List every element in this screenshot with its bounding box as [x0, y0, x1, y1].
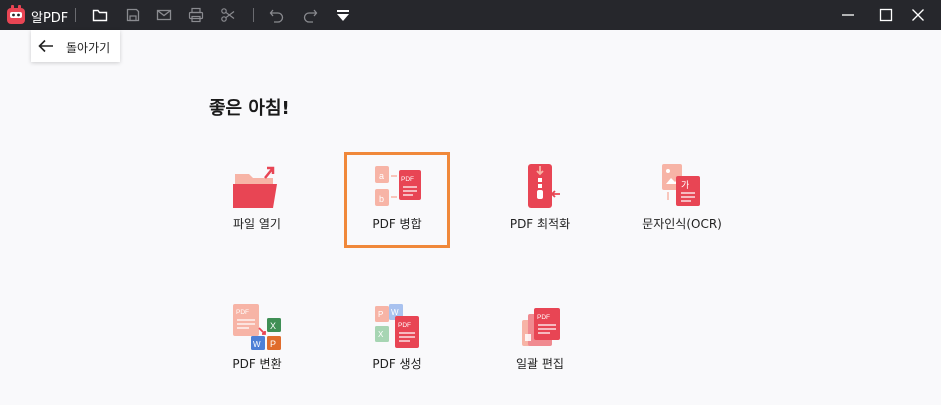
- mail-icon[interactable]: [156, 7, 172, 23]
- svg-text:PDF: PDF: [398, 322, 411, 329]
- create-pdf-tile[interactable]: P W X PDF PDF 생성: [344, 292, 450, 388]
- svg-text:P: P: [270, 339, 276, 349]
- merge-icon: a b PDF: [375, 166, 421, 206]
- create-icon: P W X PDF: [375, 304, 419, 348]
- merge-pdf-tile[interactable]: a b PDF PDF 병합: [344, 152, 450, 248]
- svg-text:X: X: [270, 321, 276, 331]
- dropdown-menu-icon[interactable]: [335, 7, 351, 23]
- folder-icon[interactable]: [92, 7, 108, 23]
- toolbar-divider: [253, 8, 254, 22]
- redo-icon[interactable]: [302, 7, 318, 23]
- undo-icon[interactable]: [269, 7, 285, 23]
- merge-pdf-label: PDF 병합: [372, 217, 422, 231]
- ocr-icon: 가: [662, 164, 700, 206]
- svg-text:W: W: [253, 340, 261, 349]
- open-file-tile[interactable]: 파일 열기: [204, 152, 310, 248]
- svg-text:가: 가: [681, 180, 689, 191]
- optimize-pdf-label: PDF 최적화: [509, 217, 571, 231]
- toolbar-divider: [75, 8, 76, 22]
- svg-text:P: P: [378, 310, 383, 319]
- batch-edit-tile[interactable]: PDF 일괄 편집: [487, 292, 593, 388]
- ocr-label: 문자인식(OCR): [642, 217, 722, 231]
- convert-icon: PDF X W P: [233, 304, 281, 350]
- ocr-tile[interactable]: 가 문자인식(OCR): [629, 152, 735, 248]
- maximize-icon[interactable]: [878, 7, 894, 23]
- convert-pdf-tile[interactable]: PDF X W P PDF 변환: [204, 292, 310, 388]
- svg-text:X: X: [378, 330, 384, 339]
- app-logo-icon: [7, 5, 25, 24]
- open-file-label: 파일 열기: [233, 217, 281, 231]
- back-button[interactable]: 돌아가기: [31, 30, 120, 62]
- back-button-label: 돌아가기: [66, 41, 111, 55]
- close-icon[interactable]: [910, 7, 926, 23]
- print-icon[interactable]: [188, 7, 204, 23]
- compress-icon: [528, 164, 560, 208]
- arrow-left-icon: [38, 39, 53, 53]
- create-pdf-label: PDF 생성: [372, 357, 422, 371]
- scissors-icon[interactable]: [220, 7, 236, 23]
- svg-text:PDF: PDF: [537, 314, 550, 321]
- optimize-pdf-tile[interactable]: PDF 최적화: [487, 152, 593, 248]
- svg-text:b: b: [379, 194, 384, 204]
- convert-pdf-label: PDF 변환: [232, 357, 282, 371]
- save-icon[interactable]: [125, 7, 141, 23]
- svg-text:a: a: [379, 171, 384, 181]
- title-bar: 알PDF: [0, 0, 941, 30]
- minimize-icon[interactable]: [840, 7, 856, 23]
- greeting-title: 좋은 아침!: [209, 98, 290, 119]
- svg-text:PDF: PDF: [401, 176, 414, 183]
- svg-text:PDF: PDF: [236, 309, 249, 316]
- app-name: 알PDF: [31, 11, 69, 26]
- svg-text:W: W: [391, 308, 399, 317]
- folder-open-icon: [233, 166, 277, 208]
- batch-edit-label: 일괄 편집: [516, 357, 564, 371]
- batch-edit-icon: PDF: [522, 308, 560, 346]
